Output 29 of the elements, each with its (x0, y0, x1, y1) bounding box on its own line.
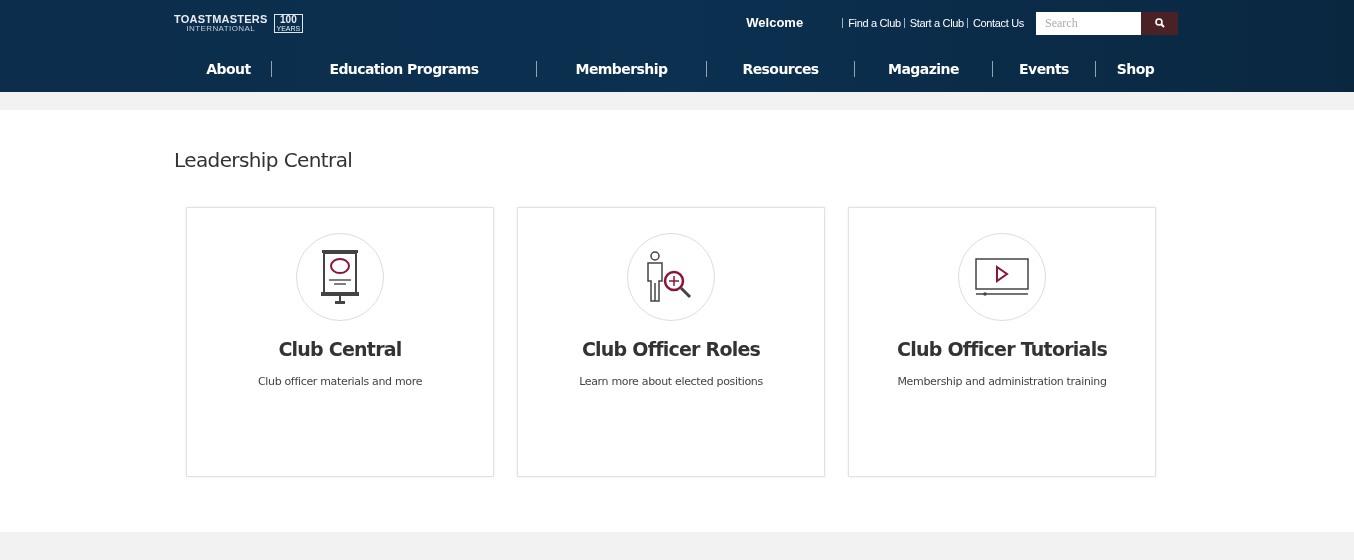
page-title: Leadership Central (174, 147, 354, 174)
nav-link[interactable]: Shop (1116, 58, 1155, 80)
card-title: Club Central (278, 337, 402, 362)
card-title: Club Officer Roles (581, 337, 761, 362)
feature-card[interactable]: Club Officer Tutorials Membership and administration training (848, 207, 1156, 477)
badge-number: 100 (280, 14, 297, 25)
card-description: Club officer materials and more (257, 373, 423, 390)
projector-screen-icon (320, 248, 360, 306)
nav-link[interactable]: Membership (575, 58, 668, 80)
welcome-text: Welcome (746, 14, 804, 33)
card-description: Learn more about elected positions (579, 373, 763, 390)
nav-link[interactable]: Events (1019, 58, 1069, 80)
nav-link[interactable]: Education Programs (329, 58, 479, 80)
logo-wordmark: TOASTMASTERS (174, 13, 268, 25)
card-description: Membership and administration training (897, 373, 1107, 390)
search-icon (1154, 18, 1165, 28)
header-link[interactable]: Find a Club (842, 18, 901, 28)
card-title: Club Officer Tutorials (897, 337, 1107, 362)
header-link[interactable]: Contact Us (966, 18, 1024, 28)
header-link[interactable]: Start a Club (903, 18, 964, 28)
search-button[interactable] (1141, 11, 1178, 35)
feature-card[interactable]: Club Officer Roles Learn more about elected positions (517, 207, 825, 477)
feature-card[interactable]: Club Central Club officer materials and more (186, 207, 494, 477)
video-player-icon (975, 258, 1029, 296)
search-field[interactable]: Search (1036, 11, 1141, 35)
nav-link[interactable]: Resources (742, 58, 819, 80)
nav-link[interactable]: Magazine (888, 58, 959, 80)
nav-link[interactable]: About (206, 58, 251, 80)
logo-subtitle: INTERNATIONAL (186, 24, 256, 33)
